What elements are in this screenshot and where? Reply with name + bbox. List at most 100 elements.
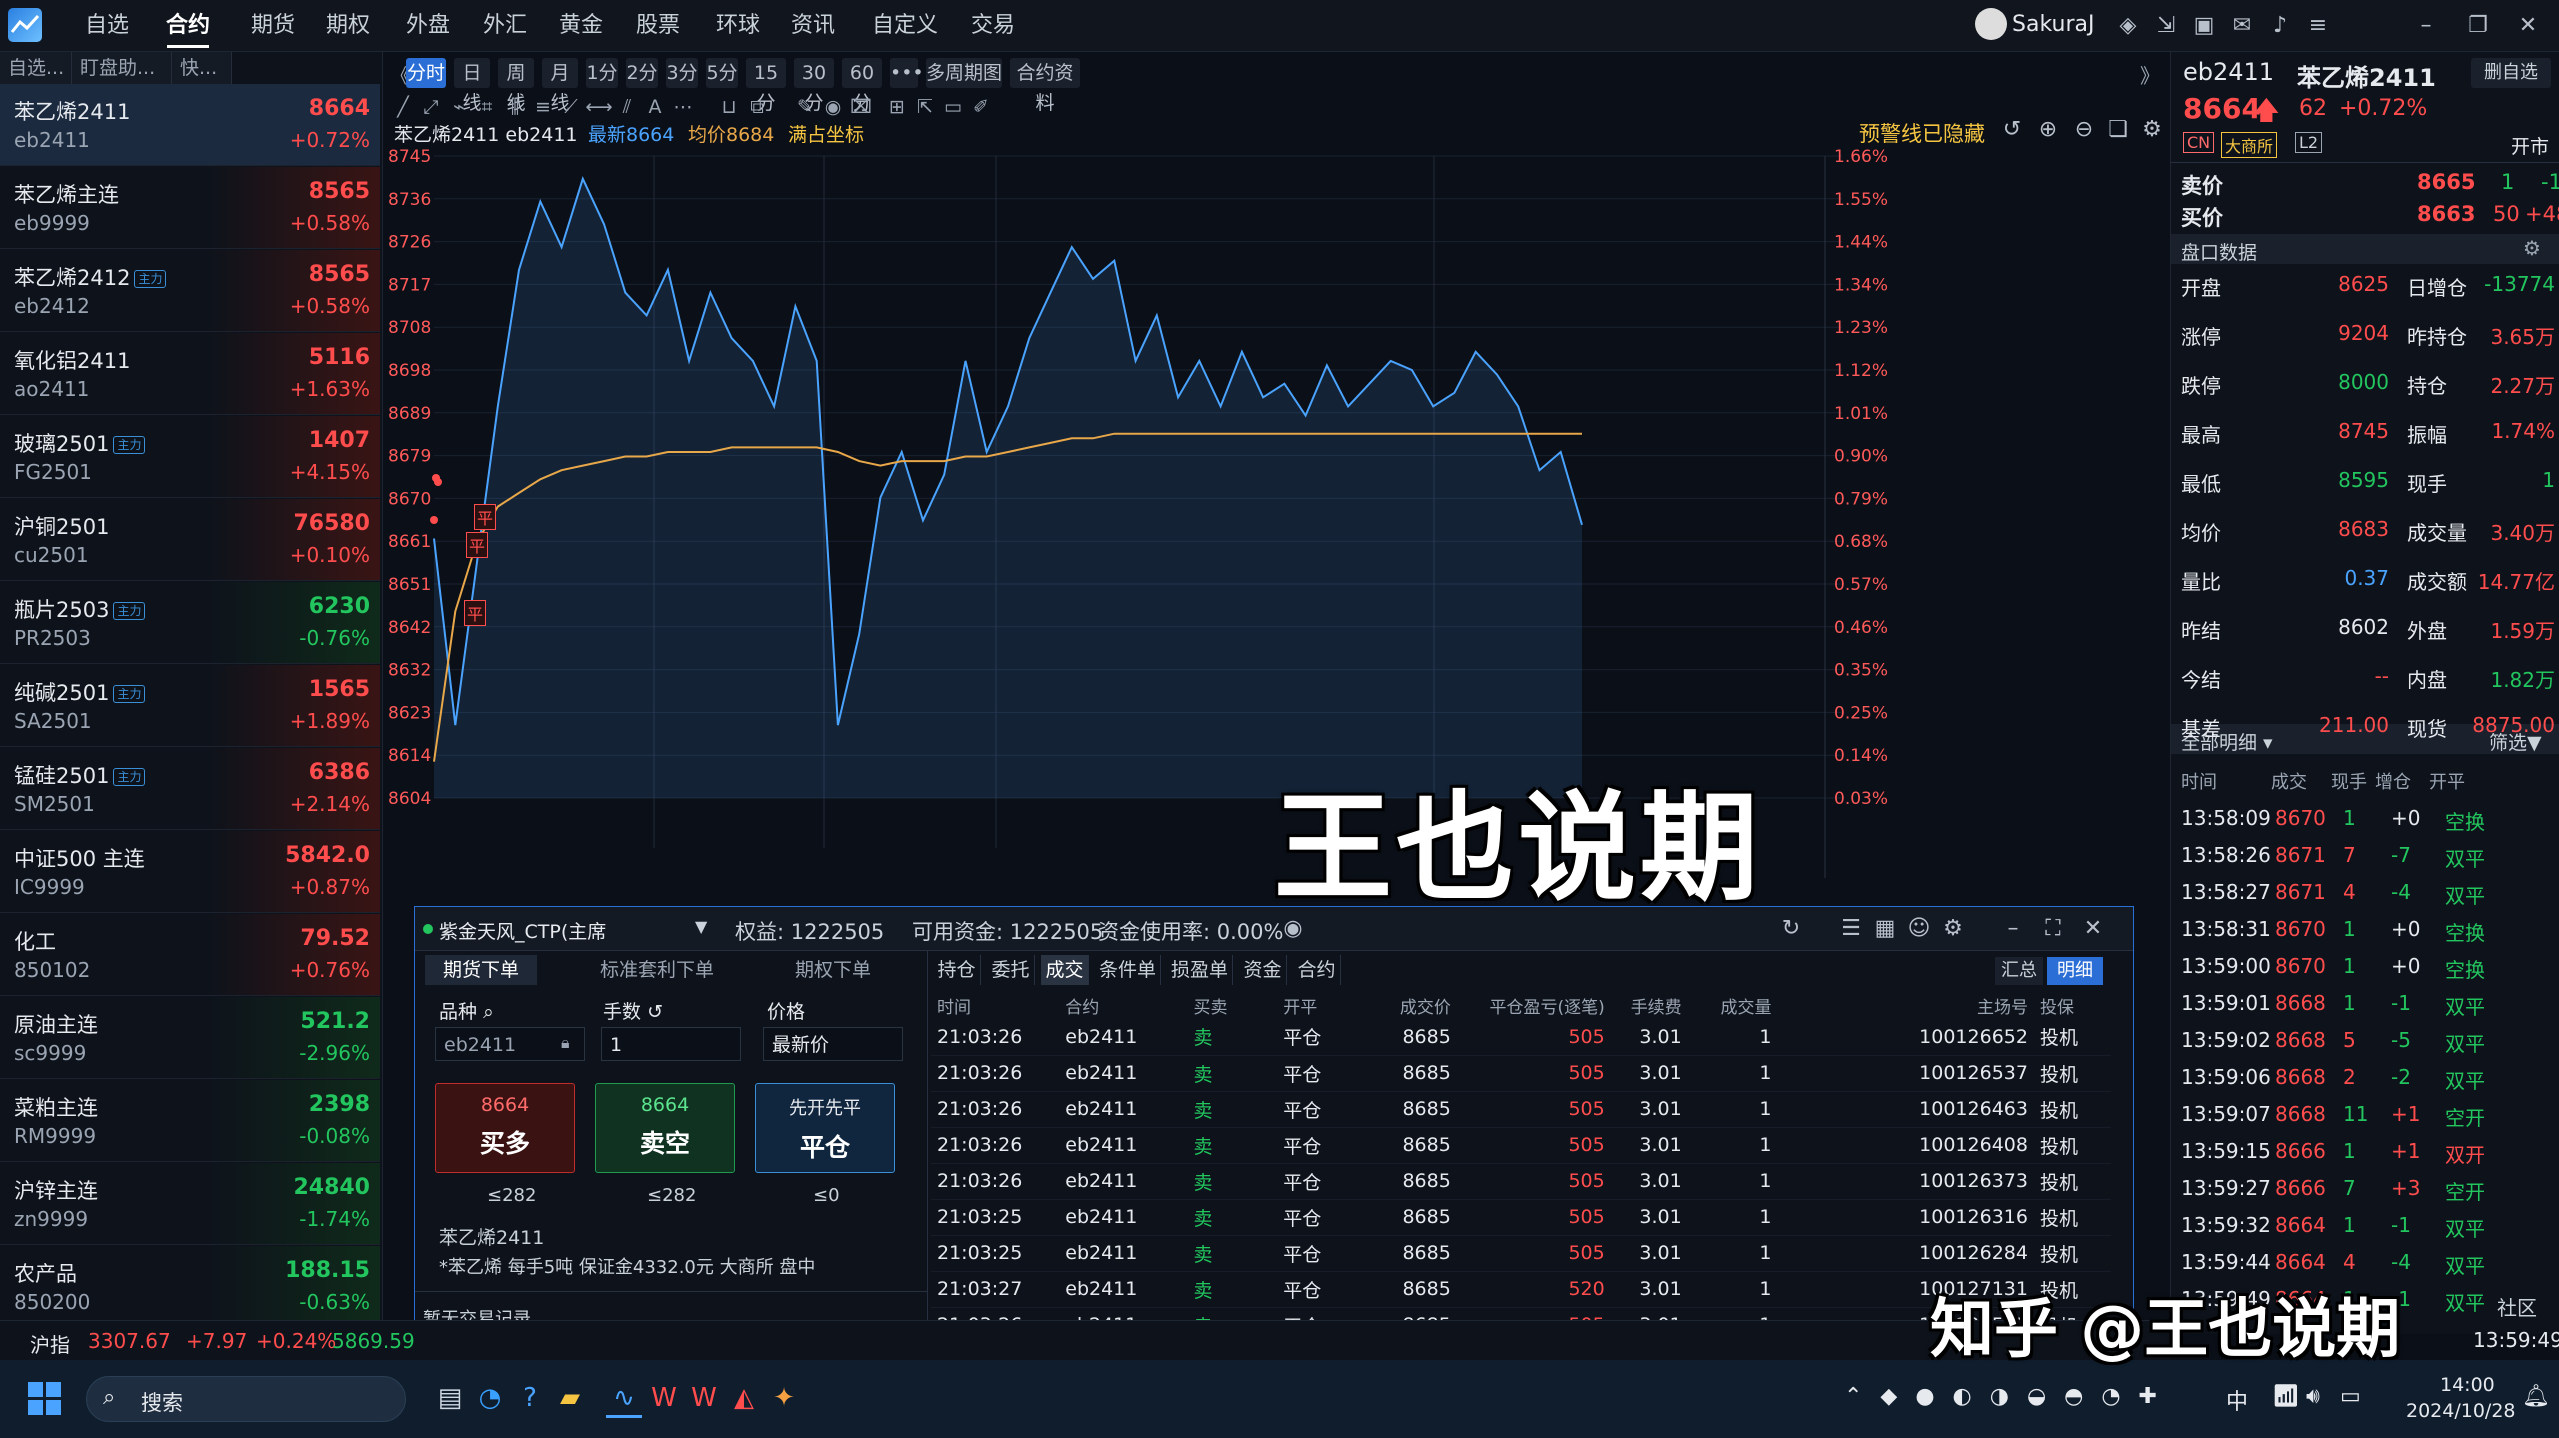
coord-mode-label[interactable]: 满占坐标 [788, 120, 864, 147]
panel-maximize-icon[interactable]: ⛶ [2037, 913, 2069, 945]
record-tab-1[interactable]: 委托 [987, 955, 1035, 985]
column-header[interactable]: 主场号 [1777, 991, 2034, 1019]
fib-tool-icon[interactable]: ⫼ [500, 92, 530, 122]
column-header[interactable]: 投保 [2034, 991, 2111, 1019]
watchlist-item[interactable]: 瓶片2503 主力 PR2503 6230 -0.76% [0, 582, 380, 664]
period-7[interactable]: 5分 [706, 58, 738, 88]
clock-time[interactable]: 14:00 [2440, 1374, 2495, 1396]
period-8[interactable]: 15分 [746, 58, 786, 114]
window-icon[interactable]: ❏ [2102, 114, 2134, 146]
ime-indicator[interactable]: 中 [2226, 1384, 2248, 1416]
delete-tool-icon[interactable]: ⌧ [846, 92, 876, 122]
watchlist-item[interactable]: 玻璃2501 主力 FG2501 1407 +4.15% [0, 416, 380, 498]
table-row[interactable]: 21:03:25 eb2411 卖 平仓 8685 505 3.01 1 100126284 投机 [931, 1235, 2111, 1271]
column-header[interactable]: 平仓盈亏(逐笔) [1457, 991, 1611, 1019]
detail-button[interactable]: 明细 [2047, 957, 2103, 985]
watchlist-item[interactable]: 纯碱2501 主力 SA2501 1565 +1.89% [0, 665, 380, 747]
menu-1[interactable]: 合约 [155, 0, 221, 52]
record-tab-4[interactable]: 损盈单 [1167, 955, 1233, 985]
index-name[interactable]: 沪指 [30, 1329, 70, 1358]
windows-start-icon[interactable] [28, 1382, 62, 1416]
channel-tool-icon[interactable]: ⟋ [556, 92, 586, 122]
refresh-icon[interactable]: ↻ [1775, 913, 1807, 945]
battery-icon[interactable]: ▭ [2340, 1384, 2361, 1409]
zoom-in-icon[interactable]: ⊕ [2032, 114, 2064, 146]
bell-icon[interactable]: ♪ [2264, 10, 2296, 42]
sell-short-button[interactable]: 8664 卖空 [595, 1083, 735, 1173]
table-row[interactable]: 21:03:26 eb2411 卖 平仓 8685 505 3.01 1 100126537 投机 [931, 1055, 2111, 1091]
ray-tool-icon[interactable]: ⤢ [416, 92, 446, 122]
package-icon[interactable]: ✦ [766, 1378, 802, 1418]
menu-4[interactable]: 外盘 [395, 0, 461, 52]
watchlist-item[interactable]: 菜粕主连 RM9999 2398 -0.08% [0, 1080, 380, 1162]
watchlist-item[interactable]: 苯乙烯2412 主力 eb2412 8565 +0.58% [0, 250, 380, 332]
pen-tool-icon[interactable]: ✎ [790, 92, 820, 122]
record-tab-2[interactable]: 成交 [1041, 955, 1089, 985]
community-link[interactable]: 社区 [2497, 1292, 2537, 1321]
mail-icon[interactable]: ✉ [2226, 10, 2258, 42]
parallel-tool-icon[interactable]: ≡ [528, 92, 558, 122]
range-tool-icon[interactable]: ⟷ [584, 92, 614, 122]
column-header[interactable]: 成交量 [1688, 991, 1778, 1019]
close-marker[interactable]: 平 [474, 504, 497, 530]
buy-long-button[interactable]: 8664 买多 [435, 1083, 575, 1173]
zoom-out-icon[interactable]: ⊖ [2068, 114, 2100, 146]
period-12[interactable]: 多周期图 [926, 58, 1002, 88]
wifi-icon[interactable]: 📶︎ [2272, 1384, 2300, 1409]
magnet-tool-icon[interactable]: ⊔ [714, 92, 744, 122]
period-13[interactable]: 合约资料 [1010, 58, 1080, 114]
period-5[interactable]: 2分 [626, 58, 658, 88]
menu-9[interactable]: 资讯 [780, 0, 846, 52]
export-tool-icon[interactable]: ⇱ [910, 92, 940, 122]
volume-icon[interactable]: 🔊︎ [2306, 1384, 2320, 1409]
tab-quick[interactable]: 快... [172, 52, 232, 84]
watchlist-item[interactable]: 中证500 主连 IC9999 5842.0 +0.87% [0, 831, 380, 913]
grid-tool-icon[interactable]: ⊞ [882, 92, 912, 122]
column-header[interactable]: 手续费 [1611, 991, 1688, 1019]
menu-8[interactable]: 环球 [705, 0, 771, 52]
remove-favorite-button[interactable]: 删自选 [2471, 58, 2551, 88]
order-tab-0[interactable]: 期货下单 [425, 955, 537, 985]
comment-tool-icon[interactable]: ▭ [938, 92, 968, 122]
undo-icon[interactable]: ↺ [1996, 114, 2028, 146]
tab-watchlist[interactable]: 自选... [0, 52, 72, 84]
menu-3[interactable]: 期权 [315, 0, 381, 52]
chart-app-icon[interactable]: ◭ [726, 1378, 762, 1418]
lock-icon[interactable]: 🔒︎ [561, 1033, 570, 1053]
list-icon[interactable]: ☰ [1835, 913, 1867, 945]
wh6-icon[interactable]: W [646, 1378, 682, 1418]
period-2[interactable]: 周线 [498, 58, 534, 114]
line-tool-icon[interactable]: ╱ [388, 92, 418, 122]
price-input[interactable]: 最新价 [763, 1027, 903, 1061]
calc-icon[interactable]: ▦ [1869, 913, 1901, 945]
column-header[interactable]: 合约 [1059, 991, 1187, 1019]
reset-icon[interactable]: ↺ [647, 1001, 663, 1023]
close-icon[interactable]: ✕ [2512, 10, 2544, 42]
period-9[interactable]: 30分 [794, 58, 834, 114]
gear-icon[interactable]: ⚙ [1937, 913, 1969, 945]
pitch-tool-icon[interactable]: ⫽ [612, 92, 642, 122]
brush-tool-icon[interactable]: ✐ [966, 92, 996, 122]
watchlist-item[interactable]: 苯乙烯主连 eb9999 8565 +0.58% [0, 167, 380, 249]
table-row[interactable]: 21:03:26 eb2411 卖 平仓 8685 505 3.01 1 100126463 投机 [931, 1091, 2111, 1127]
wh6-alt-icon[interactable]: W [686, 1378, 722, 1418]
watchlist-item[interactable]: 氧化铝2411 ao2411 5116 +1.63% [0, 333, 380, 415]
file-explorer-icon[interactable]: ▤ [432, 1378, 468, 1418]
user-settings-icon[interactable]: ☺ [1903, 913, 1935, 945]
folder-icon[interactable]: ▰ [552, 1378, 588, 1418]
watchlist-item[interactable]: 苯乙烯2411 eb2411 8664 +0.72% [0, 84, 380, 166]
share-icon[interactable]: ⇲ [2150, 10, 2182, 42]
watchlist-item[interactable]: 沪锌主连 zn9999 24840 -1.74% [0, 1163, 380, 1245]
table-row[interactable]: 21:03:25 eb2411 卖 平仓 8685 505 3.01 1 100126316 投机 [931, 1199, 2111, 1235]
menu-11[interactable]: 交易 [948, 0, 1038, 52]
period-11[interactable]: ••• [890, 58, 924, 88]
summary-button[interactable]: 汇总 [1995, 957, 2043, 985]
eye-icon[interactable]: ◉ [1277, 913, 1309, 945]
record-tab-6[interactable]: 合约 [1293, 955, 1341, 985]
period-0[interactable]: 分时 [406, 58, 446, 88]
record-tab-3[interactable]: 条件单 [1095, 955, 1161, 985]
table-row[interactable]: 21:03:26 eb2411 卖 平仓 8685 505 3.01 1 100126408 投机 [931, 1127, 2111, 1163]
curve-tool-icon[interactable]: ⌁ [444, 92, 474, 122]
minimize-icon[interactable]: – [2410, 10, 2442, 42]
qty-input[interactable]: 1 [601, 1027, 741, 1061]
